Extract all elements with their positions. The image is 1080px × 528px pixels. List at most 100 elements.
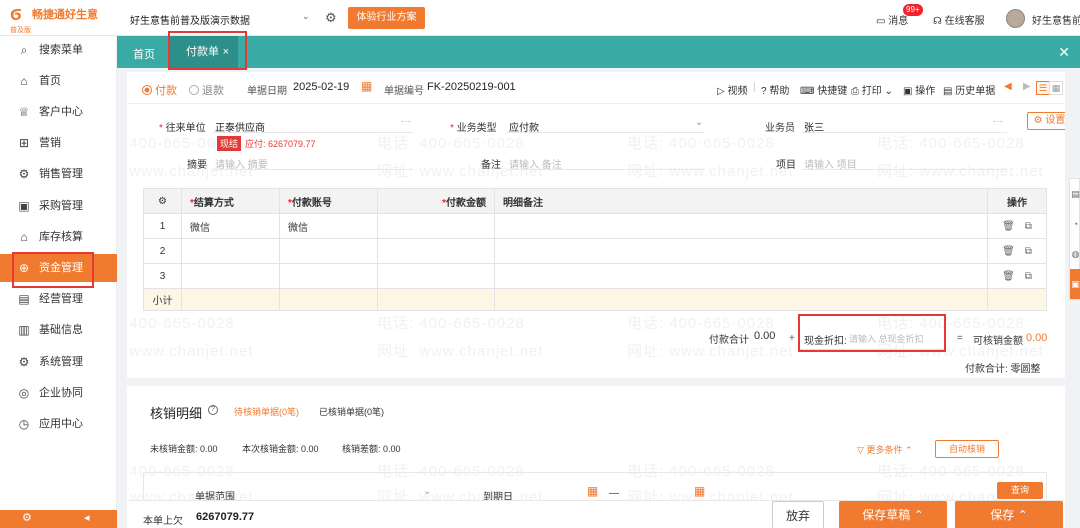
sidebar-item-sales[interactable]: ⚙ 销售管理 <box>0 160 117 188</box>
tab-done-writeoff[interactable]: 已核销单据(0笔) <box>319 405 384 418</box>
auto-writeoff-button[interactable]: 自动核销 <box>935 440 999 458</box>
delete-icon[interactable]: 🗑 <box>1002 271 1015 282</box>
help-icon[interactable]: ? <box>208 405 218 415</box>
rail-user-icon[interactable]: ◔ <box>1070 209 1080 239</box>
play-icon: ▷ <box>717 86 725 97</box>
calendar-icon[interactable]: ▦ <box>361 79 372 93</box>
online-service-button[interactable]: ☊ 在线客服 <box>933 12 985 27</box>
home-icon: ⌂ <box>20 74 28 88</box>
doc-no-field[interactable]: FK-20250219-001 <box>427 81 516 93</box>
trial-industry-button[interactable]: 体验行业方案 <box>348 7 425 29</box>
detail-note-cell[interactable] <box>494 263 988 289</box>
system-icon: ⚙ <box>18 355 30 369</box>
sidebar-item-purchase[interactable]: ▣ 采购管理 <box>0 192 117 220</box>
next-document-icon[interactable]: ▶ <box>1023 81 1031 92</box>
close-icon[interactable]: ✕ <box>1058 44 1070 61</box>
brand-logo[interactable]: ϭ 畅捷通好生意 普及版 <box>8 3 118 34</box>
query-button[interactable]: 查询 <box>997 482 1043 499</box>
save-draft-button[interactable]: 保存草稿 ⌃ <box>839 501 947 528</box>
gear-icon[interactable]: ⚙ <box>325 10 337 26</box>
chevron-down-icon[interactable]: ⌄ <box>302 11 310 22</box>
pay-amount-cell[interactable] <box>377 213 495 239</box>
sidebar-item-customer-center[interactable]: ♕ 客户中心 <box>0 98 117 126</box>
payable-amount: 应付: 6267079.77 <box>245 139 316 149</box>
more-conditions-button[interactable]: ▽ 更多条件 ⌃ <box>857 443 913 456</box>
radio-pay[interactable]: 付款 <box>142 82 177 98</box>
settle-method-cell[interactable] <box>181 238 280 264</box>
sidebar-item-home[interactable]: ⌂ 首页 <box>0 67 117 95</box>
copy-icon[interactable]: ⧉ <box>1025 271 1032 282</box>
grid-view-icon[interactable]: ▦ <box>1049 81 1063 95</box>
sidebar-item-app-center[interactable]: ◷ 应用中心 <box>0 410 117 438</box>
calendar-icon[interactable]: ▦ <box>587 484 598 498</box>
collapse-sidebar-icon[interactable]: ◂ <box>84 511 90 524</box>
sidebar-item-basic-info[interactable]: ▥ 基础信息 <box>0 316 117 344</box>
more-icon[interactable]: ··· <box>993 116 1003 127</box>
more-icon[interactable]: ··· <box>401 116 411 127</box>
save-button[interactable]: 保存 ⌃ <box>955 501 1063 528</box>
chevron-down-icon[interactable]: ⌄ <box>423 486 431 497</box>
print-button[interactable]: ⎙ 打印 ⌄ <box>851 82 893 97</box>
pay-account-cell[interactable]: 微信 <box>279 213 378 239</box>
help-button[interactable]: ? 帮助 <box>761 82 789 97</box>
sidebar-item-operations[interactable]: ▤ 经营管理 <box>0 285 117 313</box>
rail-doc-icon[interactable]: ▤ <box>1070 179 1080 209</box>
messages-button[interactable]: ▭ 消息 <box>876 12 908 27</box>
avatar[interactable] <box>1006 9 1025 28</box>
rail-note-icon[interactable]: ▣ <box>1070 269 1080 299</box>
plus-sign: + <box>789 333 795 344</box>
date-field[interactable]: 2025-02-19 <box>293 81 349 93</box>
sidebar-item-collaboration[interactable]: ◎ 企业协同 <box>0 379 117 407</box>
pay-account-cell[interactable] <box>279 263 378 289</box>
copy-icon[interactable]: ⧉ <box>1025 246 1032 257</box>
sidebar-item-label: 应用中心 <box>39 418 83 430</box>
collaboration-icon: ◎ <box>18 386 30 400</box>
settings-button[interactable]: ⚙ 设置 <box>1027 112 1065 130</box>
delete-icon[interactable]: 🗑 <box>1002 246 1015 257</box>
radio-checked-icon <box>142 85 152 95</box>
user-name[interactable]: 好生意售前 <box>1032 12 1080 27</box>
detail-note-cell[interactable] <box>494 213 988 239</box>
video-button[interactable]: ▷ 视频 <box>717 82 747 97</box>
video-label: 视频 <box>727 86 748 97</box>
chevron-down-icon[interactable]: ⌄ <box>695 117 703 128</box>
rail-chat-icon[interactable]: ◍ <box>1070 239 1080 269</box>
account-selector[interactable]: 好生意售前普及版演示数据 <box>130 12 250 27</box>
pay-total-cn: 付款合计: 零圆整 <box>965 364 1041 375</box>
settle-method-cell[interactable] <box>181 263 280 289</box>
sidebar-item-label: 系统管理 <box>39 356 83 368</box>
calendar-icon[interactable]: ▦ <box>694 484 705 498</box>
pay-amount-cell[interactable] <box>377 263 495 289</box>
filter-icon: ▽ <box>857 445 864 455</box>
shortcut-button[interactable]: ⌨ 快捷键 <box>800 82 847 97</box>
sidebar-item-search-menu[interactable]: ⌕ 搜索菜单 <box>0 36 117 64</box>
column-header[interactable]: *结算方式 <box>181 188 280 214</box>
settings-icon[interactable]: ⚙ <box>22 511 32 524</box>
column-header[interactable]: *付款金额 <box>377 188 495 214</box>
radio-refund[interactable]: 退款 <box>189 82 224 98</box>
operate-button[interactable]: ▣ 操作 <box>903 82 935 97</box>
chevron-up-icon: ⌃ <box>904 445 913 455</box>
copy-icon[interactable]: ⧉ <box>1025 221 1032 232</box>
detail-note-cell[interactable] <box>494 238 988 264</box>
pay-account-cell[interactable] <box>279 238 378 264</box>
prev-document-icon[interactable]: ◀ <box>1004 81 1012 92</box>
column-header[interactable]: 明细备注 <box>494 188 988 214</box>
save-draft-label: 保存草稿 <box>862 508 911 522</box>
history-button[interactable]: ▤ 历史单据 <box>943 82 995 97</box>
list-view-icon[interactable]: ☰ <box>1036 81 1050 95</box>
delete-icon[interactable]: 🗑 <box>1002 221 1015 232</box>
sidebar-item-marketing[interactable]: ⊞ 营销 <box>0 129 117 157</box>
sidebar-item-inventory[interactable]: ⌂ 库存核算 <box>0 223 117 251</box>
column-header[interactable]: *付款账号 <box>279 188 378 214</box>
tab-pending-writeoff[interactable]: 待核销单据(0笔) <box>234 405 299 418</box>
settle-method-cell[interactable]: 微信 <box>181 213 280 239</box>
project-label: 项目 <box>776 160 796 171</box>
pay-amount-cell[interactable] <box>377 238 495 264</box>
tab-home[interactable]: 首页 <box>133 46 155 62</box>
discard-button[interactable]: 放弃 <box>772 501 824 528</box>
settlement-table: ⚙ *结算方式 *付款账号 *付款金额 明细备注 操作 1 微信 微信 🗑 ⧉ 2… <box>143 188 1047 311</box>
column-settings-icon[interactable]: ⚙ <box>143 188 182 214</box>
writeoff-diff: 核销差额: 0.00 <box>342 444 401 454</box>
sidebar-item-system[interactable]: ⚙ 系统管理 <box>0 348 117 376</box>
